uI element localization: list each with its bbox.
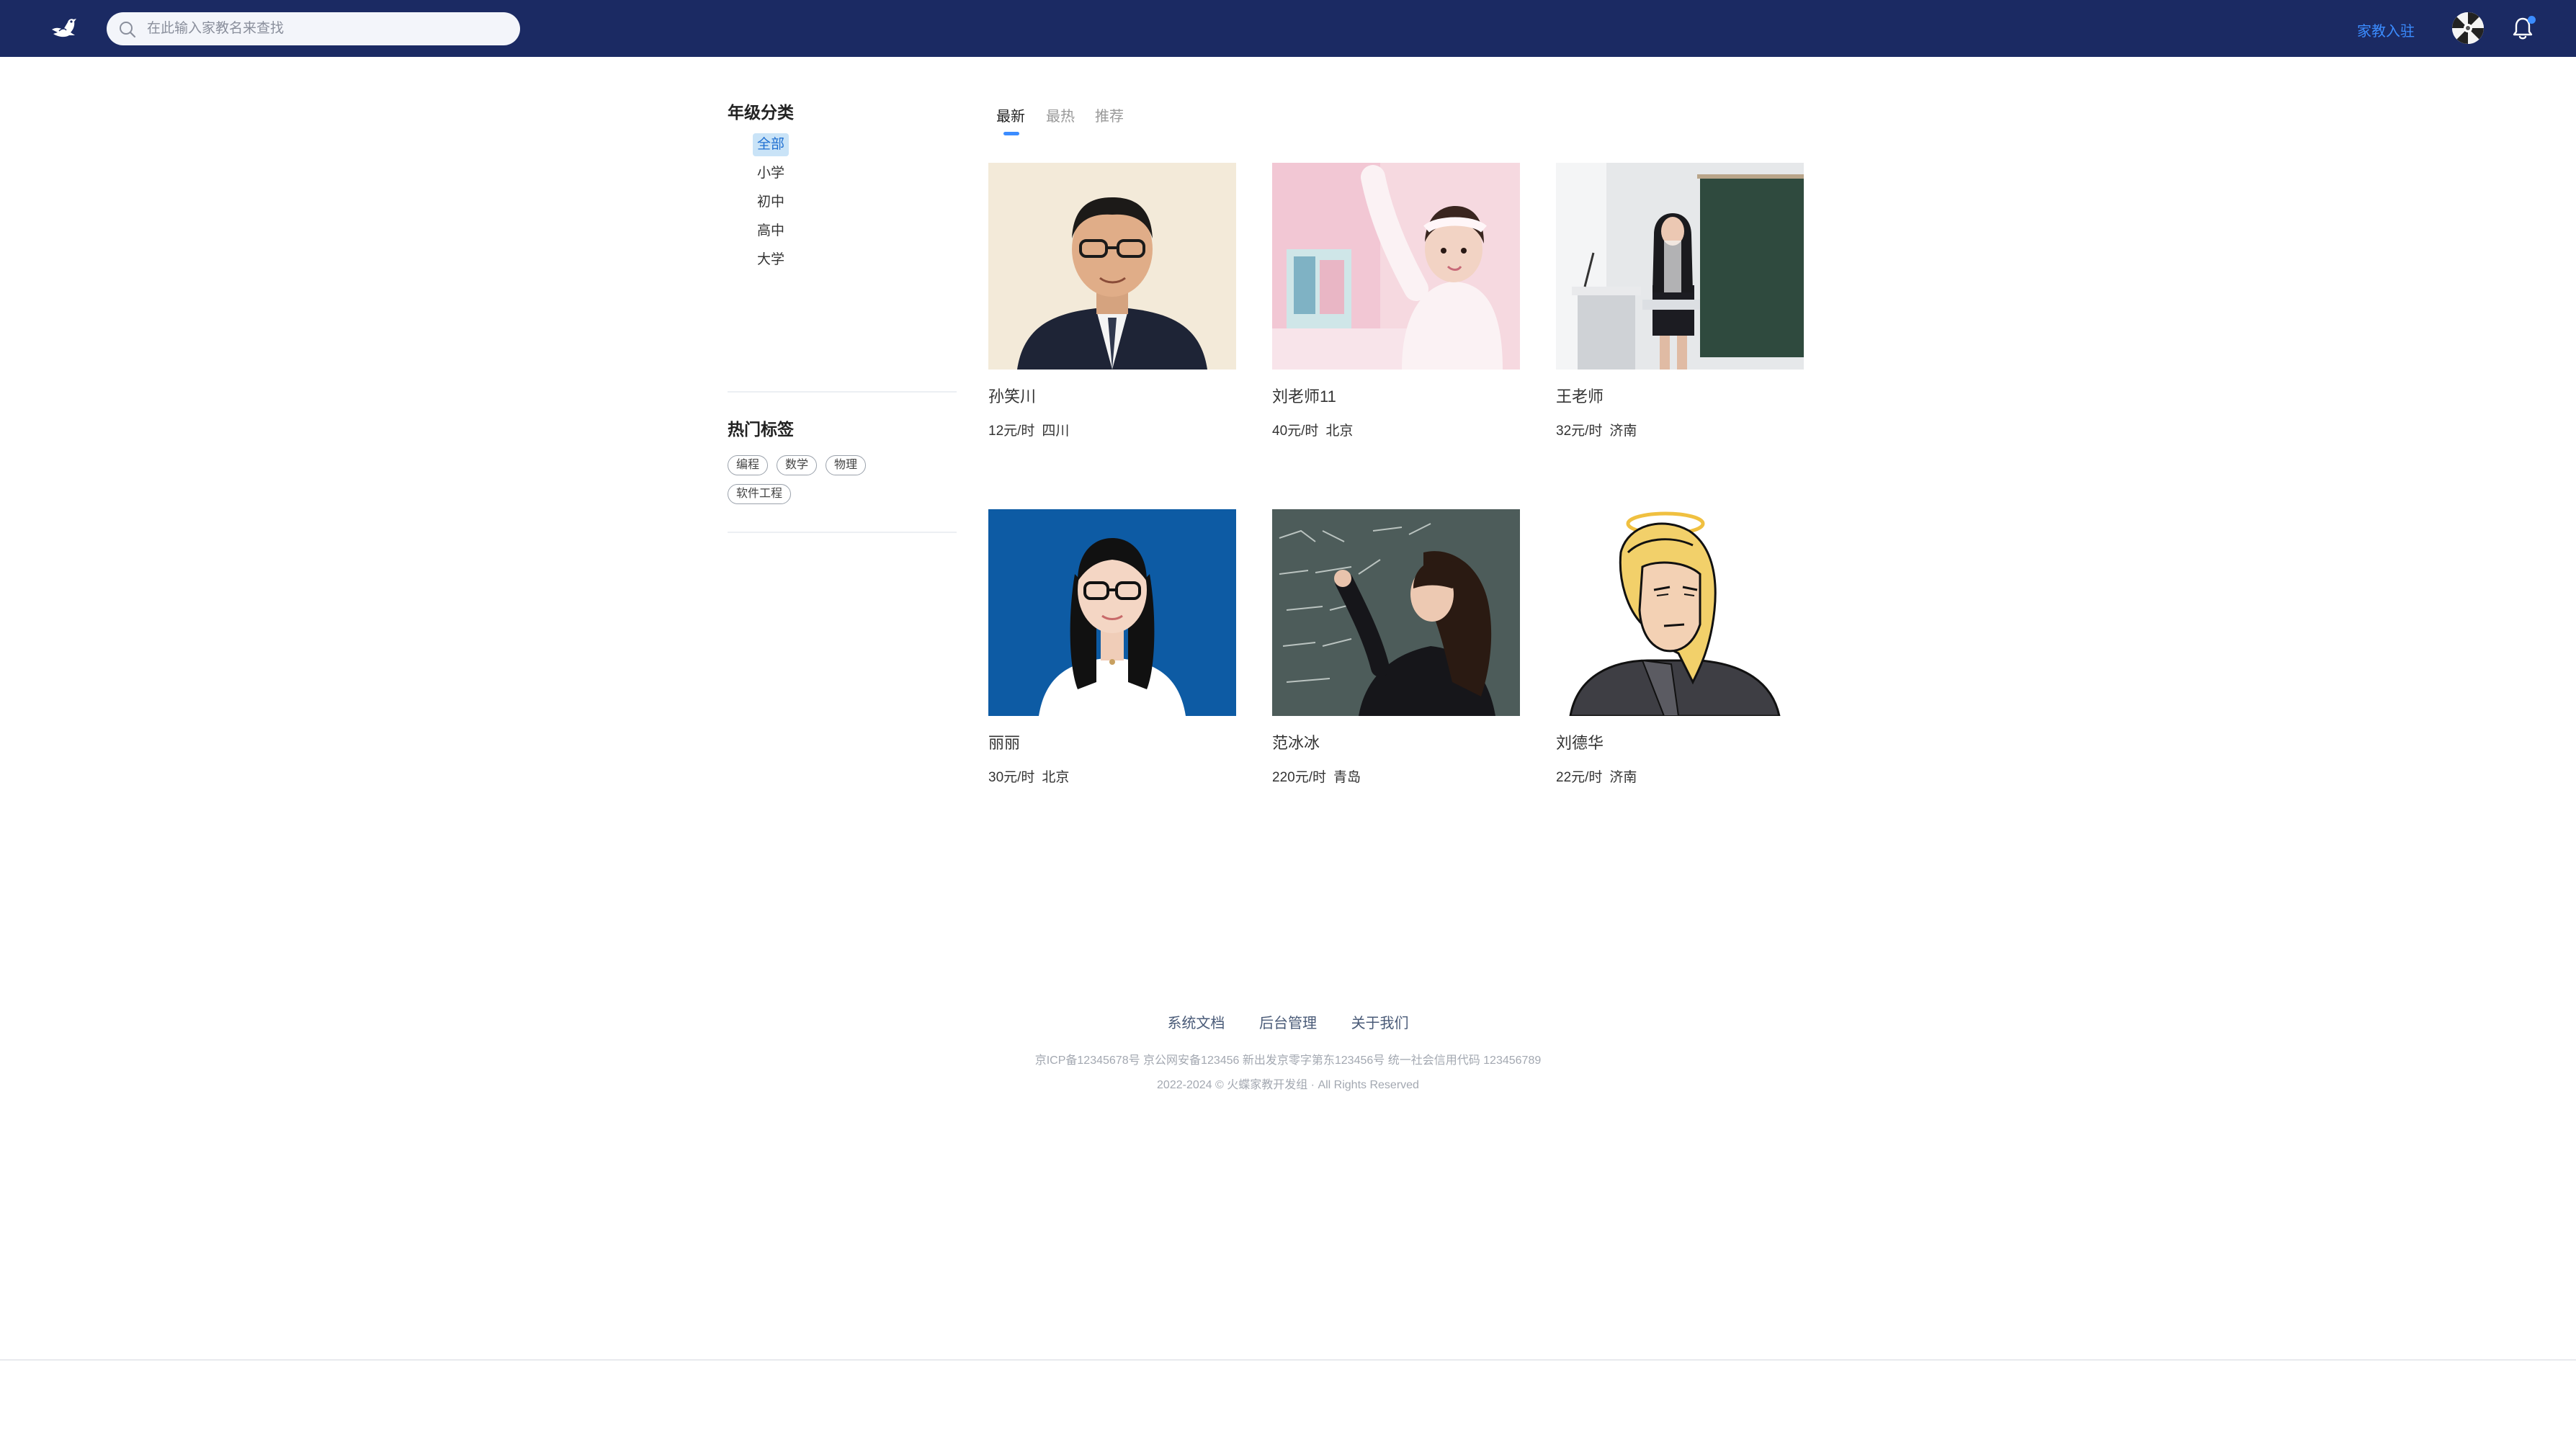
tutor-meta: 30元/时 北京 bbox=[988, 769, 1236, 787]
hot-tags-panel: 热门标签 编程 数学 物理 软件工程 bbox=[728, 418, 957, 504]
footer-icp: 京ICP备12345678号 京公网安备123456 新出发京零字第东12345… bbox=[1034, 1054, 1542, 1067]
tutor-photo[interactable] bbox=[1272, 163, 1520, 370]
tag-math[interactable]: 数学 bbox=[777, 455, 818, 475]
tutor-photo[interactable] bbox=[988, 163, 1236, 370]
grade-item-all[interactable]: 全部 bbox=[753, 133, 790, 156]
tutor-name: 王老师 bbox=[1556, 388, 1604, 406]
grade-filter-panel: 年级分类 全部 小学 初中 高中 大学 bbox=[728, 101, 957, 275]
tutor-meta: 40元/时 北京 bbox=[1272, 423, 1520, 440]
tutor-meta: 220元/时 青岛 bbox=[1272, 769, 1520, 787]
tutor-city: 四川 bbox=[1042, 424, 1070, 439]
tutor-price: 220元/时 bbox=[1272, 770, 1326, 785]
dove-logo-icon[interactable] bbox=[49, 14, 84, 42]
tutor-photo[interactable] bbox=[988, 509, 1236, 716]
tutor-card[interactable]: 王老师 32元/时 济南 bbox=[1556, 163, 1804, 440]
tab-recommended[interactable]: 推荐 bbox=[1095, 104, 1124, 125]
tutor-price: 22元/时 bbox=[1556, 770, 1603, 785]
tutor-card[interactable]: 刘德华 22元/时 济南 bbox=[1556, 509, 1804, 787]
tutor-card[interactable]: 刘老师11 40元/时 北京 bbox=[1272, 163, 1520, 440]
tutor-meta: 32元/时 济南 bbox=[1556, 423, 1804, 440]
tutor-photo[interactable] bbox=[1556, 509, 1804, 716]
footer-links: 系统文档 后台管理 关于我们 bbox=[0, 1011, 2576, 1032]
grade-item-university[interactable]: 大学 bbox=[753, 248, 789, 272]
search-box[interactable] bbox=[107, 12, 520, 45]
tag-software-engineering[interactable]: 软件工程 bbox=[728, 484, 792, 504]
tab-hottest[interactable]: 最热 bbox=[1046, 104, 1075, 125]
tag-list: 编程 数学 物理 软件工程 bbox=[728, 455, 908, 504]
tutor-price: 40元/时 bbox=[1272, 424, 1319, 439]
tutor-city: 济南 bbox=[1609, 770, 1637, 785]
tutor-city: 青岛 bbox=[1333, 770, 1361, 785]
grade-item-senior[interactable]: 高中 bbox=[753, 220, 789, 243]
tutor-photo[interactable] bbox=[1556, 163, 1804, 370]
search-icon bbox=[118, 20, 137, 39]
tutor-city: 北京 bbox=[1042, 770, 1070, 785]
tutor-card[interactable]: 范冰冰 220元/时 青岛 bbox=[1272, 509, 1520, 787]
tutor-join-link[interactable]: 家教入驻 bbox=[2357, 19, 2415, 40]
tutor-city: 北京 bbox=[1325, 424, 1354, 439]
footer-copyright: 2022-2024 © 火蝶家教开发组 · All Rights Reserve… bbox=[1157, 1079, 1419, 1091]
tutor-name: 范冰冰 bbox=[1272, 734, 1320, 752]
tutor-meta: 22元/时 济南 bbox=[1556, 769, 1804, 787]
tab-newest[interactable]: 最新 bbox=[996, 104, 1025, 125]
sidebar-divider bbox=[728, 391, 957, 393]
grade-list: 全部 小学 初中 高中 大学 bbox=[728, 131, 957, 275]
tutor-price: 12元/时 bbox=[988, 424, 1035, 439]
tutor-card[interactable]: 孙笑川 12元/时 四川 bbox=[988, 163, 1236, 440]
search-input[interactable] bbox=[146, 12, 506, 45]
tutor-name: 丽丽 bbox=[988, 734, 1021, 752]
tag-programming[interactable]: 编程 bbox=[728, 455, 769, 475]
tutor-name: 刘德华 bbox=[1556, 734, 1604, 752]
active-tab-indicator bbox=[1003, 132, 1019, 135]
tutor-card[interactable]: 丽丽 30元/时 北京 bbox=[988, 509, 1236, 787]
grade-filter-title: 年级分类 bbox=[728, 103, 794, 122]
tutor-city: 济南 bbox=[1609, 424, 1637, 439]
sidebar-divider bbox=[728, 532, 957, 533]
tag-physics[interactable]: 物理 bbox=[826, 455, 867, 475]
tutor-name: 刘老师11 bbox=[1272, 388, 1336, 406]
footer-link-docs[interactable]: 系统文档 bbox=[1167, 1016, 1225, 1031]
hot-tags-title: 热门标签 bbox=[728, 420, 794, 439]
tutor-price: 32元/时 bbox=[1556, 424, 1603, 439]
notification-dot bbox=[2528, 16, 2536, 24]
user-avatar[interactable] bbox=[2452, 12, 2484, 44]
grade-item-junior[interactable]: 初中 bbox=[753, 191, 789, 214]
tutor-meta: 12元/时 四川 bbox=[988, 423, 1236, 440]
tutor-name: 孙笑川 bbox=[988, 388, 1037, 406]
footer-link-admin[interactable]: 后台管理 bbox=[1259, 1016, 1317, 1031]
tutor-photo[interactable] bbox=[1272, 509, 1520, 716]
grade-item-primary[interactable]: 小学 bbox=[753, 162, 789, 185]
top-navbar: 家教入驻 bbox=[0, 0, 2576, 57]
page-bottom-divider bbox=[0, 1359, 2576, 1361]
footer-link-about[interactable]: 关于我们 bbox=[1351, 1016, 1409, 1031]
tutor-price: 30元/时 bbox=[988, 770, 1035, 785]
